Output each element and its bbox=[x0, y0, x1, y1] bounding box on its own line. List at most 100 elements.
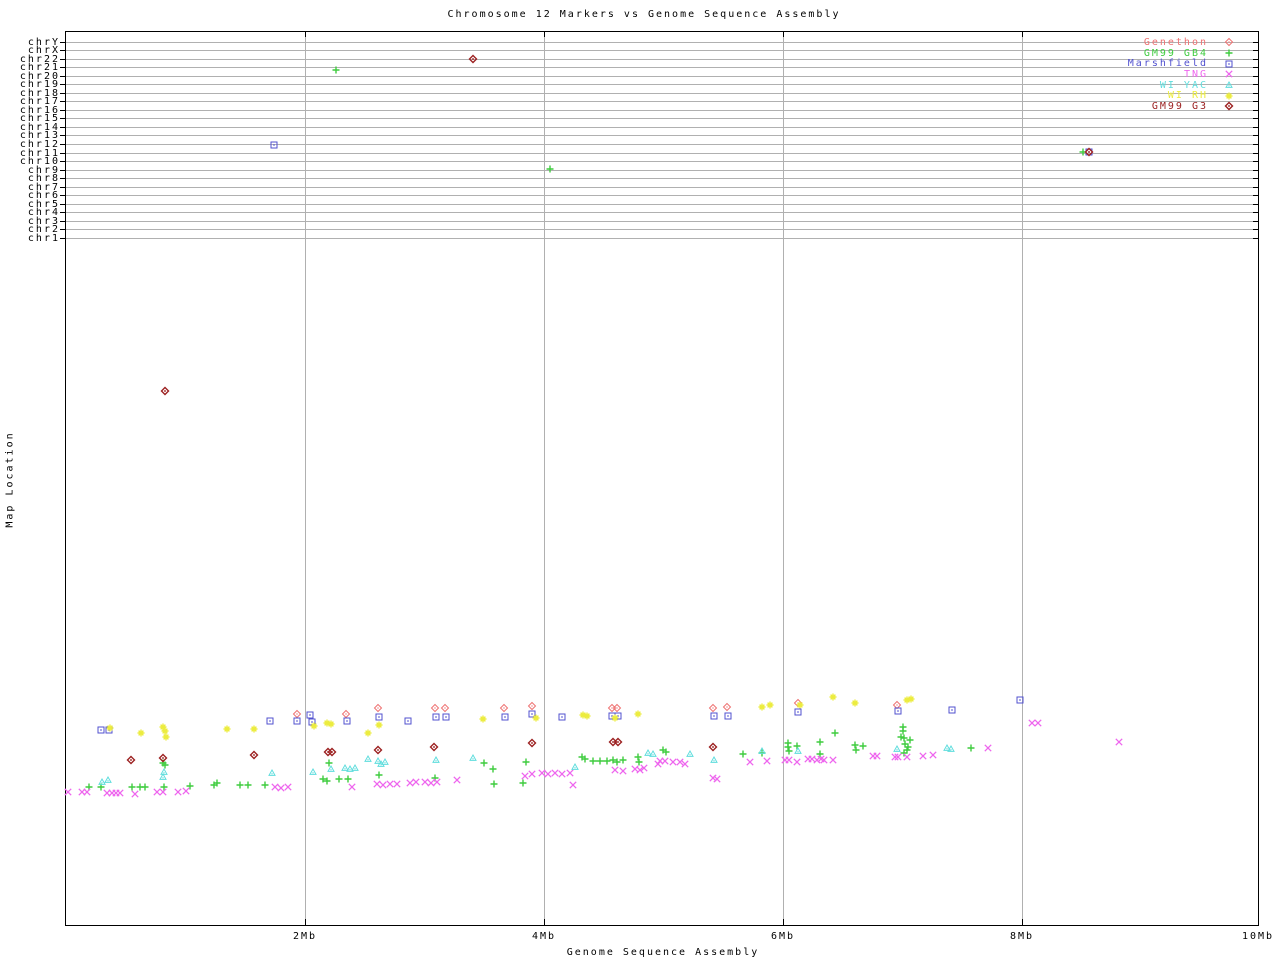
data-point bbox=[160, 768, 168, 775]
data-point bbox=[343, 774, 353, 784]
data-point bbox=[545, 164, 555, 174]
data-point bbox=[830, 728, 840, 738]
legend-label: Genethon bbox=[1143, 36, 1208, 48]
legend-item-gm99-gb4: GM99 GB4 bbox=[1128, 48, 1235, 59]
data-point bbox=[792, 741, 802, 751]
data-point bbox=[898, 726, 908, 736]
legend-item-genethon: Genethon bbox=[1128, 37, 1235, 48]
data-point bbox=[905, 735, 915, 745]
dot-diamond-icon bbox=[1224, 102, 1234, 111]
legend-label: WI RH bbox=[1167, 90, 1208, 102]
data-point bbox=[608, 704, 616, 712]
data-point bbox=[469, 754, 477, 761]
data-point bbox=[293, 710, 301, 718]
data-point bbox=[429, 742, 439, 752]
legend-item-wi-yac: WI YAC bbox=[1128, 80, 1235, 91]
data-point bbox=[501, 713, 509, 721]
data-point bbox=[894, 707, 902, 715]
data-point bbox=[551, 769, 559, 777]
data-point bbox=[521, 757, 531, 767]
data-point bbox=[710, 712, 718, 720]
legend-item-marshfield: Marshfield bbox=[1128, 58, 1235, 69]
data-point bbox=[828, 692, 838, 702]
data-point bbox=[277, 784, 285, 792]
plot-frame bbox=[60, 31, 1259, 926]
legend-label: WI YAC bbox=[1159, 79, 1208, 91]
data-point bbox=[669, 758, 677, 766]
data-point bbox=[634, 757, 644, 767]
data-point bbox=[342, 710, 350, 718]
data-point bbox=[613, 704, 621, 712]
data-point bbox=[341, 764, 349, 771]
data-point bbox=[661, 757, 669, 765]
data-point bbox=[588, 756, 598, 766]
data-point bbox=[386, 780, 394, 788]
data-point bbox=[404, 717, 412, 725]
data-point bbox=[324, 758, 334, 768]
data-point bbox=[284, 783, 292, 791]
data-point bbox=[479, 758, 489, 768]
data-point bbox=[441, 704, 449, 712]
data-point bbox=[531, 713, 541, 723]
data-point bbox=[421, 778, 429, 786]
data-point bbox=[351, 764, 359, 771]
x-tick-label: 6Mb bbox=[770, 931, 796, 942]
data-point bbox=[266, 717, 274, 725]
data-point bbox=[235, 780, 245, 790]
data-point bbox=[527, 738, 537, 748]
data-point bbox=[478, 714, 488, 724]
data-point bbox=[785, 756, 793, 764]
x-tick-label: 8Mb bbox=[1009, 931, 1035, 942]
data-point bbox=[433, 778, 441, 786]
data-point bbox=[375, 713, 383, 721]
data-point bbox=[710, 756, 718, 763]
data-point bbox=[271, 783, 279, 791]
data-point bbox=[521, 772, 529, 780]
data-point bbox=[427, 779, 435, 787]
legend: Genethon GM99 GB4 Marshfield TNG WI YAC WI RH… bbox=[1128, 37, 1235, 112]
data-point bbox=[595, 756, 605, 766]
data-point bbox=[159, 788, 167, 796]
data-point bbox=[619, 767, 627, 775]
data-point bbox=[903, 753, 911, 761]
chart-figure: Chromosome 12 Markers vs Genome Sequence… bbox=[0, 0, 1280, 960]
data-point bbox=[412, 778, 420, 786]
data-point bbox=[738, 749, 748, 759]
data-point bbox=[794, 747, 802, 754]
legend-label: GM99 G3 bbox=[1151, 100, 1208, 112]
data-point bbox=[348, 783, 356, 791]
data-point bbox=[723, 703, 731, 711]
data-point bbox=[763, 757, 771, 765]
data-point bbox=[558, 770, 566, 778]
data-point bbox=[569, 781, 577, 789]
data-point bbox=[783, 742, 793, 752]
data-point bbox=[724, 712, 732, 720]
data-point bbox=[966, 743, 976, 753]
data-point bbox=[309, 768, 317, 775]
data-point bbox=[851, 745, 861, 755]
legend-label: GM99 GB4 bbox=[1143, 47, 1208, 59]
data-point bbox=[929, 751, 937, 759]
data-point bbox=[136, 728, 146, 738]
data-point bbox=[850, 740, 860, 750]
x-tick-label: 4Mb bbox=[531, 931, 557, 942]
data-point bbox=[500, 704, 508, 712]
series-genethon bbox=[293, 699, 901, 718]
data-point bbox=[919, 752, 927, 760]
data-point bbox=[260, 780, 270, 790]
data-point bbox=[293, 717, 301, 725]
data-point bbox=[393, 780, 401, 788]
data-point bbox=[765, 700, 775, 710]
data-point bbox=[1028, 719, 1036, 727]
data-point bbox=[558, 713, 566, 721]
legend-item-wi-rh: WI RH bbox=[1128, 90, 1235, 101]
plot-area bbox=[60, 31, 1259, 926]
data-point bbox=[757, 702, 767, 712]
data-point bbox=[249, 750, 259, 760]
data-point bbox=[566, 769, 574, 777]
data-point bbox=[334, 774, 344, 784]
data-point bbox=[431, 704, 439, 712]
data-point bbox=[309, 721, 319, 731]
data-point bbox=[364, 755, 372, 762]
data-point bbox=[829, 756, 837, 764]
